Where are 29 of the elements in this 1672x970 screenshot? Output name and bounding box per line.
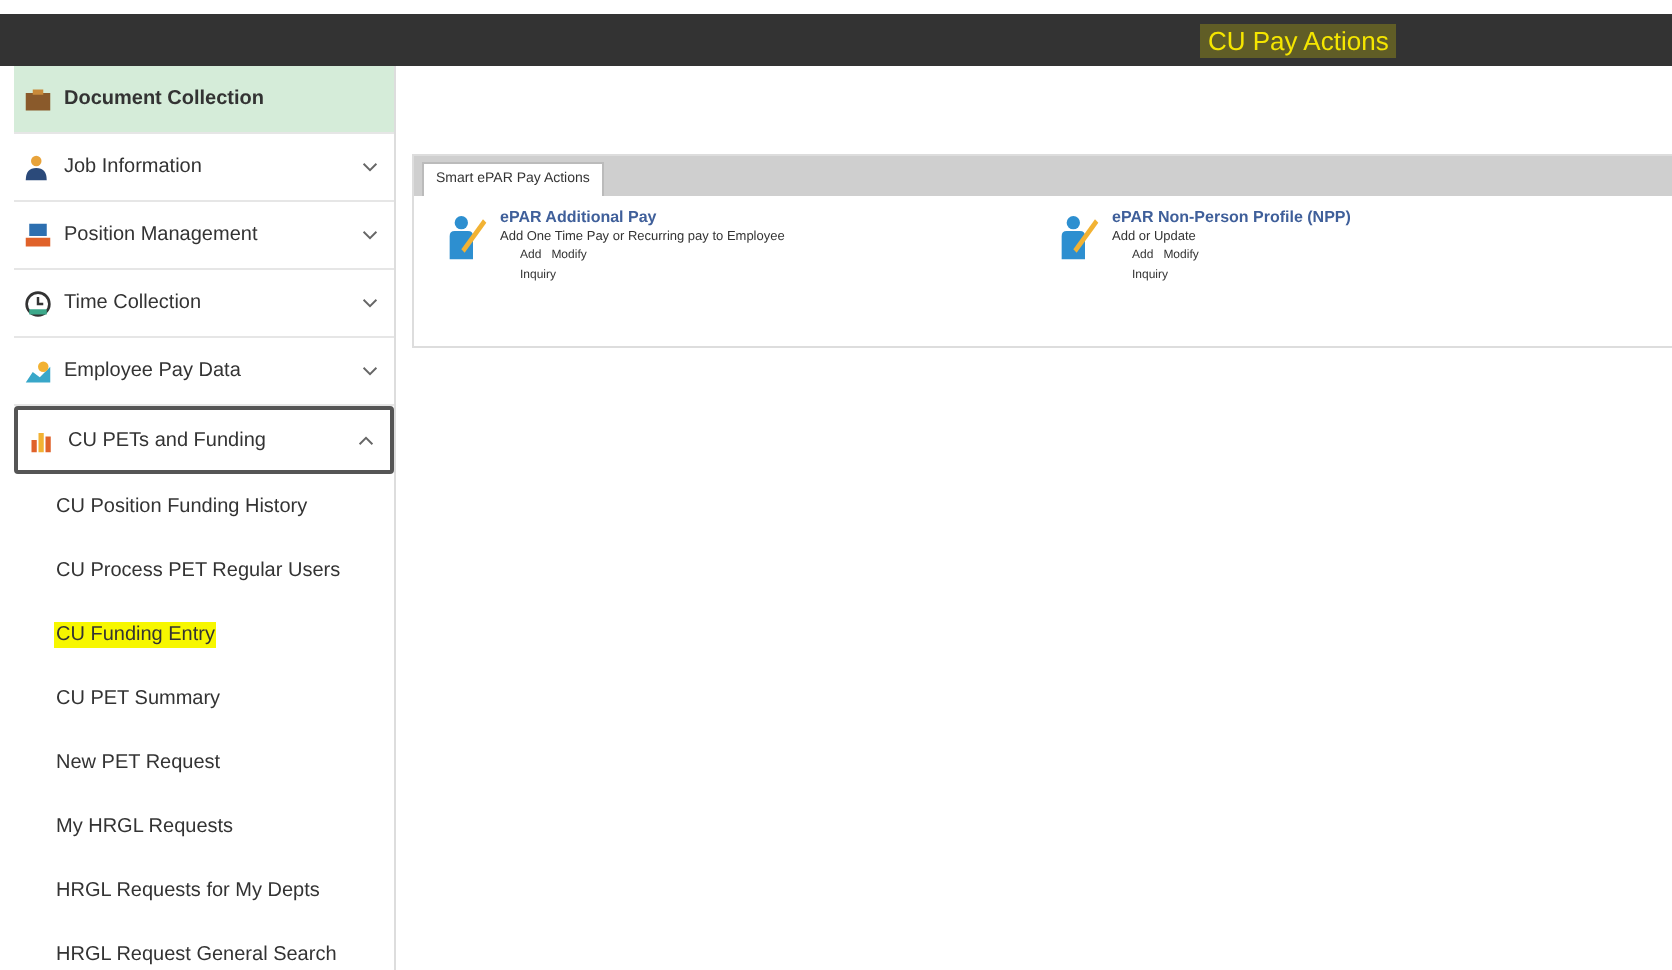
nav-link[interactable]: New PET Request (54, 749, 223, 775)
clock-icon (24, 289, 52, 317)
person-pencil-icon (1060, 212, 1100, 260)
nav-link[interactable]: CU Position Funding History (54, 493, 310, 519)
nav-item[interactable]: Time Collection (14, 270, 394, 338)
nav-item[interactable]: Employee Pay Data (14, 338, 394, 406)
nav-item[interactable]: CU PETs and Funding (14, 406, 394, 474)
nav-link[interactable]: HRGL Request General Search (54, 941, 339, 967)
nav-label: Job Information (64, 156, 204, 178)
briefcase-icon (24, 85, 52, 113)
nav-link[interactable]: CU PET Summary (54, 685, 223, 711)
nav-link[interactable]: CU Process PET Regular Users (54, 557, 343, 583)
person-pencil-icon (448, 212, 488, 260)
nav-link[interactable]: CU Funding Entry (54, 621, 217, 647)
desk-icon (24, 221, 52, 249)
nav-link[interactable]: HRGL Requests for My Depts (54, 877, 322, 903)
nav-label: Time Collection (64, 292, 204, 314)
nav-label: Employee Pay Data (64, 360, 243, 382)
nav-item[interactable]: Job Information (14, 134, 394, 202)
nav-label: Position Management (64, 224, 260, 246)
nav-item[interactable]: Document Collection (14, 66, 394, 134)
nav-item[interactable]: Position Management (14, 202, 394, 270)
nav-label: Document Collection (64, 88, 267, 110)
nav-label: CU PETs and Funding (68, 429, 268, 451)
person-icon (24, 153, 52, 181)
action-link[interactable]: ePAR Non-Person Profile (NPP) (1112, 208, 1351, 226)
action-link[interactable]: ePAR Additional Pay (500, 208, 657, 226)
page-title: CU Pay Actions (1200, 23, 1397, 57)
nav-link[interactable]: My HRGL Requests (54, 813, 236, 839)
